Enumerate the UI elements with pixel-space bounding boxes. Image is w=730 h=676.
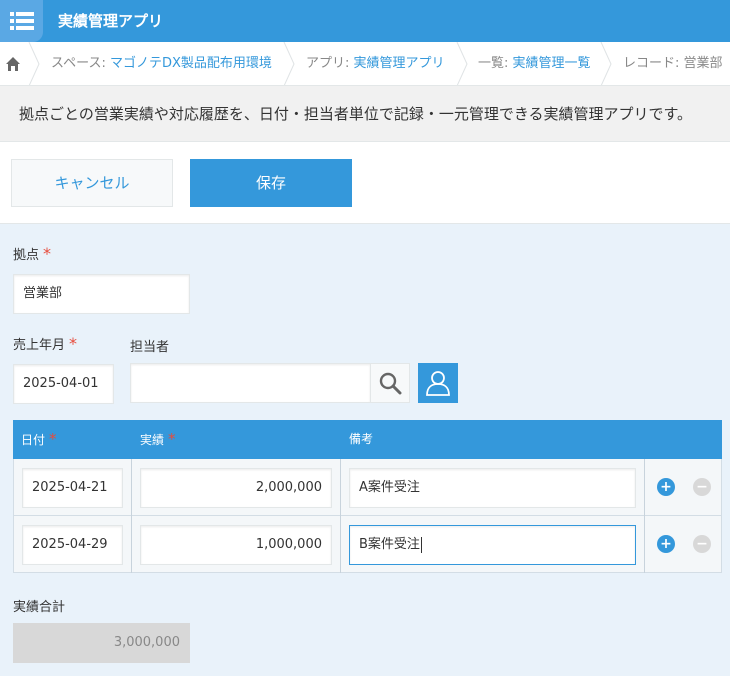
result-input[interactable]: 1,000,000: [140, 525, 332, 565]
add-row-icon[interactable]: +: [657, 535, 675, 553]
result-input[interactable]: 2,000,000: [140, 468, 332, 508]
breadcrumb-space-link[interactable]: マゴノテDX製品配布用環境: [110, 56, 272, 71]
base-field-input[interactable]: 営業部: [13, 274, 190, 314]
required-mark: *: [49, 430, 57, 448]
app-description-text: 拠点ごとの営業実績や対応履歴を、日付・担当者単位で記録・一元管理できる実績管理ア…: [19, 105, 693, 123]
search-icon: [379, 372, 402, 395]
required-mark: *: [69, 334, 78, 353]
user-icon: [426, 371, 450, 396]
date-input[interactable]: 2025-04-21: [22, 468, 123, 508]
sales-month-label: 売上年月 *: [13, 334, 78, 353]
text-caret: [420, 536, 422, 553]
breadcrumb-separator-icon: [600, 42, 612, 85]
breadcrumb: スペース: マゴノテDX製品配布用環境 アプリ: 実績管理アプリ 一覧: 実績管…: [0, 42, 730, 86]
breadcrumb-separator-icon: [283, 42, 295, 85]
add-row-icon[interactable]: +: [657, 478, 675, 496]
breadcrumb-list[interactable]: 一覧: 実績管理一覧: [478, 42, 591, 85]
note-input-text: B案件受注: [359, 537, 420, 552]
app-title: 実績管理アプリ: [58, 12, 164, 30]
assignee-search-button[interactable]: [370, 363, 410, 403]
table-header: 日付 * 実績 * 備考: [13, 420, 722, 459]
menu-icon: [9, 12, 34, 30]
required-mark: *: [43, 244, 52, 263]
sales-month-input[interactable]: 2025-04-01: [13, 364, 114, 404]
note-input[interactable]: B案件受注: [349, 525, 636, 565]
assignee-input[interactable]: [130, 363, 371, 403]
app-description: 拠点ごとの営業実績や対応履歴を、日付・担当者単位で記録・一元管理できる実績管理ア…: [0, 86, 730, 142]
breadcrumb-space[interactable]: スペース: マゴノテDX製品配布用環境: [51, 42, 272, 85]
total-value: 3,000,000: [13, 623, 190, 663]
column-header-date: 日付 *: [21, 430, 57, 448]
cancel-button[interactable]: キャンセル: [11, 159, 173, 207]
breadcrumb-app[interactable]: アプリ: 実績管理アプリ: [306, 42, 445, 85]
breadcrumb-record-value: 営業部: [683, 56, 723, 71]
date-input[interactable]: 2025-04-29: [22, 525, 123, 565]
required-mark: *: [168, 430, 176, 448]
remove-row-icon[interactable]: −: [693, 478, 711, 496]
menu-button[interactable]: [0, 0, 43, 42]
save-button[interactable]: 保存: [190, 159, 352, 207]
breadcrumb-app-link[interactable]: 実績管理アプリ: [354, 56, 445, 71]
table-row: 2025-04-21 2,000,000 A案件受注 + −: [13, 459, 722, 516]
user-select-button[interactable]: [418, 363, 458, 403]
breadcrumb-separator-icon: [28, 42, 40, 85]
home-icon[interactable]: [5, 56, 21, 72]
column-header-result: 実績 *: [140, 430, 176, 448]
table-row: 2025-04-29 1,000,000 B案件受注 + −: [13, 516, 722, 573]
breadcrumb-separator-icon: [456, 42, 468, 85]
breadcrumb-list-link[interactable]: 実績管理一覧: [513, 56, 591, 71]
note-input[interactable]: A案件受注: [349, 468, 636, 508]
base-field-label: 拠点 *: [13, 244, 52, 263]
assignee-label: 担当者: [130, 340, 170, 355]
app-header: 実績管理アプリ: [0, 0, 730, 42]
remove-row-icon[interactable]: −: [693, 535, 711, 553]
toolbar: キャンセル 保存: [0, 142, 730, 224]
column-header-note: 備考: [349, 432, 374, 446]
total-label: 実績合計: [13, 600, 66, 615]
breadcrumb-record: レコード: 営業部: [623, 56, 723, 71]
